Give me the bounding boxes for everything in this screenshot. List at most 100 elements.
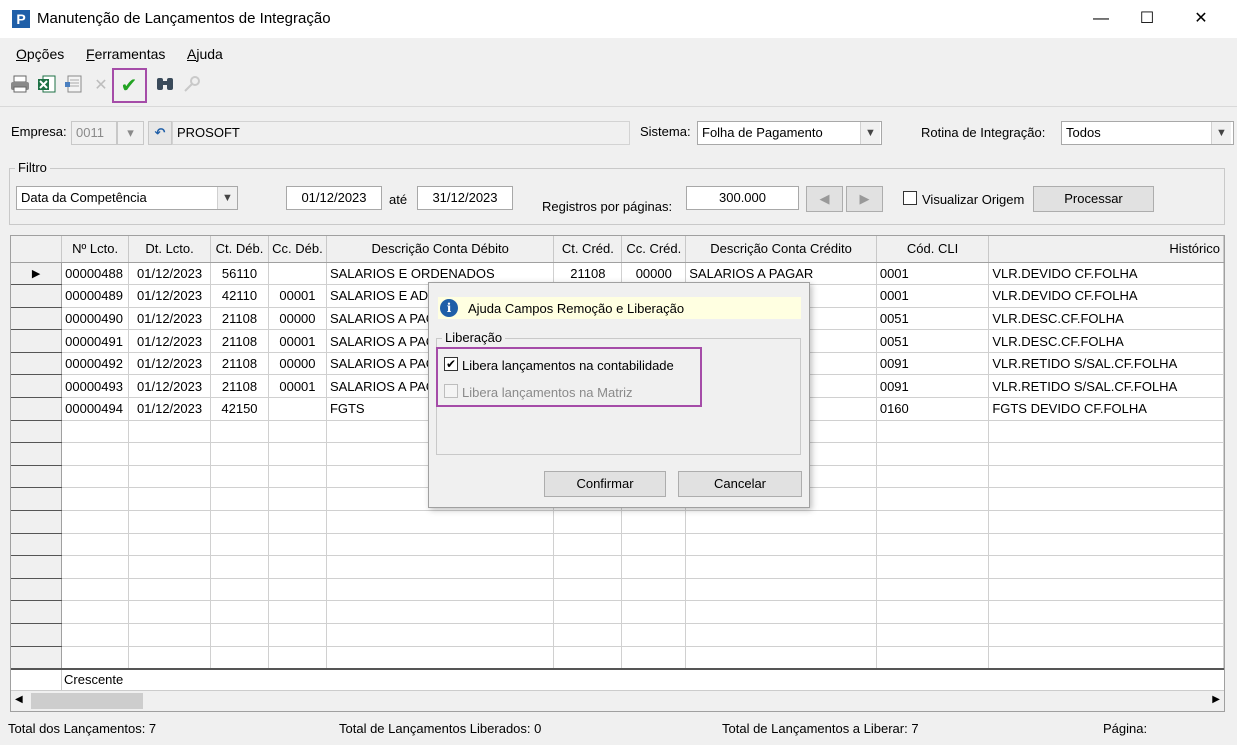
cell-nlcto[interactable]: 00000490 — [61, 307, 130, 331]
cell-desc-debito[interactable] — [326, 555, 555, 579]
scroll-thumb[interactable] — [31, 693, 143, 709]
row-selector[interactable] — [11, 374, 63, 399]
rotina-chevron-down-icon[interactable]: ▼ — [1211, 122, 1231, 144]
col-header-ctdeb[interactable]: Ct. Déb. — [210, 236, 269, 263]
cell-codcli[interactable] — [876, 600, 990, 624]
row-selector-arrow-icon[interactable]: ▶ — [11, 262, 63, 286]
cell-ctdeb[interactable] — [210, 555, 269, 579]
cell-dtlcto[interactable]: 01/12/2023 — [128, 352, 211, 376]
table-row[interactable] — [11, 578, 1224, 602]
cell-ccdeb[interactable] — [268, 555, 327, 579]
cell-nlcto[interactable]: 00000491 — [61, 329, 130, 353]
cell-desc-debito[interactable] — [326, 578, 555, 602]
cell-dtlcto[interactable]: 01/12/2023 — [128, 284, 211, 308]
excel-export-icon[interactable] — [36, 74, 58, 98]
cell-cccred[interactable] — [621, 555, 687, 579]
binoculars-icon[interactable] — [154, 74, 176, 98]
cell-dtlcto[interactable] — [128, 646, 211, 670]
cell-codcli[interactable] — [876, 442, 990, 466]
cell-ctdeb[interactable]: 56110 — [210, 262, 269, 286]
cell-ccdeb[interactable]: 00001 — [268, 284, 327, 308]
cell-ccdeb[interactable]: 00001 — [268, 374, 327, 399]
rotina-select[interactable]: Todos — [1061, 121, 1234, 145]
minimize-button[interactable]: — — [1078, 0, 1124, 38]
row-selector[interactable] — [11, 555, 63, 579]
col-header-ctcred[interactable]: Ct. Créd. — [553, 236, 623, 263]
table-row[interactable] — [11, 533, 1224, 557]
cell-codcli[interactable]: 0160 — [876, 397, 990, 421]
table-row[interactable] — [11, 623, 1224, 647]
cell-nlcto[interactable] — [61, 465, 130, 489]
cell-dtlcto[interactable] — [128, 465, 211, 489]
cell-desc-debito[interactable] — [326, 646, 555, 670]
cell-dtlcto[interactable] — [128, 533, 211, 557]
sistema-select[interactable]: Folha de Pagamento — [697, 121, 882, 145]
cell-codcli[interactable]: 0001 — [876, 262, 990, 286]
cell-codcli[interactable]: 0001 — [876, 284, 990, 308]
scroll-right-icon[interactable]: ▶ — [1212, 694, 1220, 705]
document-icon[interactable] — [63, 74, 85, 98]
row-selector[interactable] — [11, 646, 63, 670]
cell-nlcto[interactable] — [61, 533, 130, 557]
cell-desc-debito[interactable] — [326, 600, 555, 624]
date-type-select[interactable]: Data da Competência — [16, 186, 238, 210]
cell-historico[interactable]: VLR.RETIDO S/SAL.CF.FOLHA — [988, 374, 1224, 399]
cell-ctdeb[interactable] — [210, 465, 269, 489]
cell-desc-credito[interactable] — [685, 646, 877, 670]
row-selector[interactable] — [11, 510, 63, 534]
col-header-cccred[interactable]: Cc. Créd. — [621, 236, 687, 263]
cell-historico[interactable] — [988, 646, 1224, 670]
col-header-desc-debito[interactable]: Descrição Conta Débito — [326, 236, 555, 263]
empresa-code-field[interactable]: 0011 — [71, 121, 117, 145]
col-header-nlcto[interactable]: Nº Lcto. — [61, 236, 130, 263]
cell-cccred[interactable] — [621, 510, 687, 534]
cell-cccred[interactable] — [621, 533, 687, 557]
date-type-chevron-down-icon[interactable]: ▼ — [217, 187, 237, 209]
col-header-codcli[interactable]: Cód. CLI — [876, 236, 990, 263]
cell-ccdeb[interactable] — [268, 510, 327, 534]
row-selector[interactable] — [11, 307, 63, 331]
menu-opcoes[interactable]: Opções — [16, 46, 64, 62]
cell-desc-credito[interactable] — [685, 600, 877, 624]
cell-codcli[interactable] — [876, 623, 990, 647]
cell-codcli[interactable] — [876, 510, 990, 534]
cell-codcli[interactable] — [876, 420, 990, 444]
cell-historico[interactable] — [988, 510, 1224, 534]
cell-dtlcto[interactable] — [128, 420, 211, 444]
row-selector[interactable] — [11, 533, 63, 557]
cell-ctdeb[interactable] — [210, 623, 269, 647]
cell-historico[interactable]: VLR.DEVIDO CF.FOLHA — [988, 284, 1224, 308]
horizontal-scrollbar[interactable]: ◀ ▶ — [11, 690, 1224, 711]
cell-ctcred[interactable] — [553, 533, 623, 557]
cell-ctdeb[interactable] — [210, 600, 269, 624]
row-selector[interactable] — [11, 600, 63, 624]
cell-ctcred[interactable] — [553, 623, 623, 647]
cell-ctdeb[interactable]: 21108 — [210, 352, 269, 376]
cell-dtlcto[interactable] — [128, 600, 211, 624]
cell-historico[interactable] — [988, 623, 1224, 647]
cell-dtlcto[interactable] — [128, 555, 211, 579]
cell-historico[interactable] — [988, 555, 1224, 579]
cell-nlcto[interactable]: 00000488 — [61, 262, 130, 286]
cell-ctcred[interactable] — [553, 578, 623, 602]
cell-dtlcto[interactable] — [128, 487, 211, 512]
sistema-chevron-down-icon[interactable]: ▼ — [860, 122, 880, 144]
cell-codcli[interactable] — [876, 533, 990, 557]
cell-historico[interactable] — [988, 420, 1224, 444]
visualizar-origem-checkbox[interactable] — [903, 191, 917, 205]
cell-ccdeb[interactable]: 00000 — [268, 352, 327, 376]
cell-ctdeb[interactable] — [210, 442, 269, 466]
cell-dtlcto[interactable] — [128, 510, 211, 534]
help-bar[interactable]: i Ajuda Campos Remoção e Liberação — [438, 297, 801, 319]
cell-ctdeb[interactable]: 21108 — [210, 329, 269, 353]
scroll-left-icon[interactable]: ◀ — [15, 694, 23, 705]
cell-ccdeb[interactable] — [268, 623, 327, 647]
cell-ccdeb[interactable]: 00001 — [268, 329, 327, 353]
table-row[interactable] — [11, 646, 1224, 670]
close-button[interactable]: ✕ — [1178, 0, 1224, 38]
cell-desc-debito[interactable] — [326, 623, 555, 647]
col-header-historico[interactable]: Histórico — [988, 236, 1224, 263]
cell-desc-debito[interactable] — [326, 533, 555, 557]
cell-ctdeb[interactable] — [210, 646, 269, 670]
cell-ctcred[interactable] — [553, 600, 623, 624]
